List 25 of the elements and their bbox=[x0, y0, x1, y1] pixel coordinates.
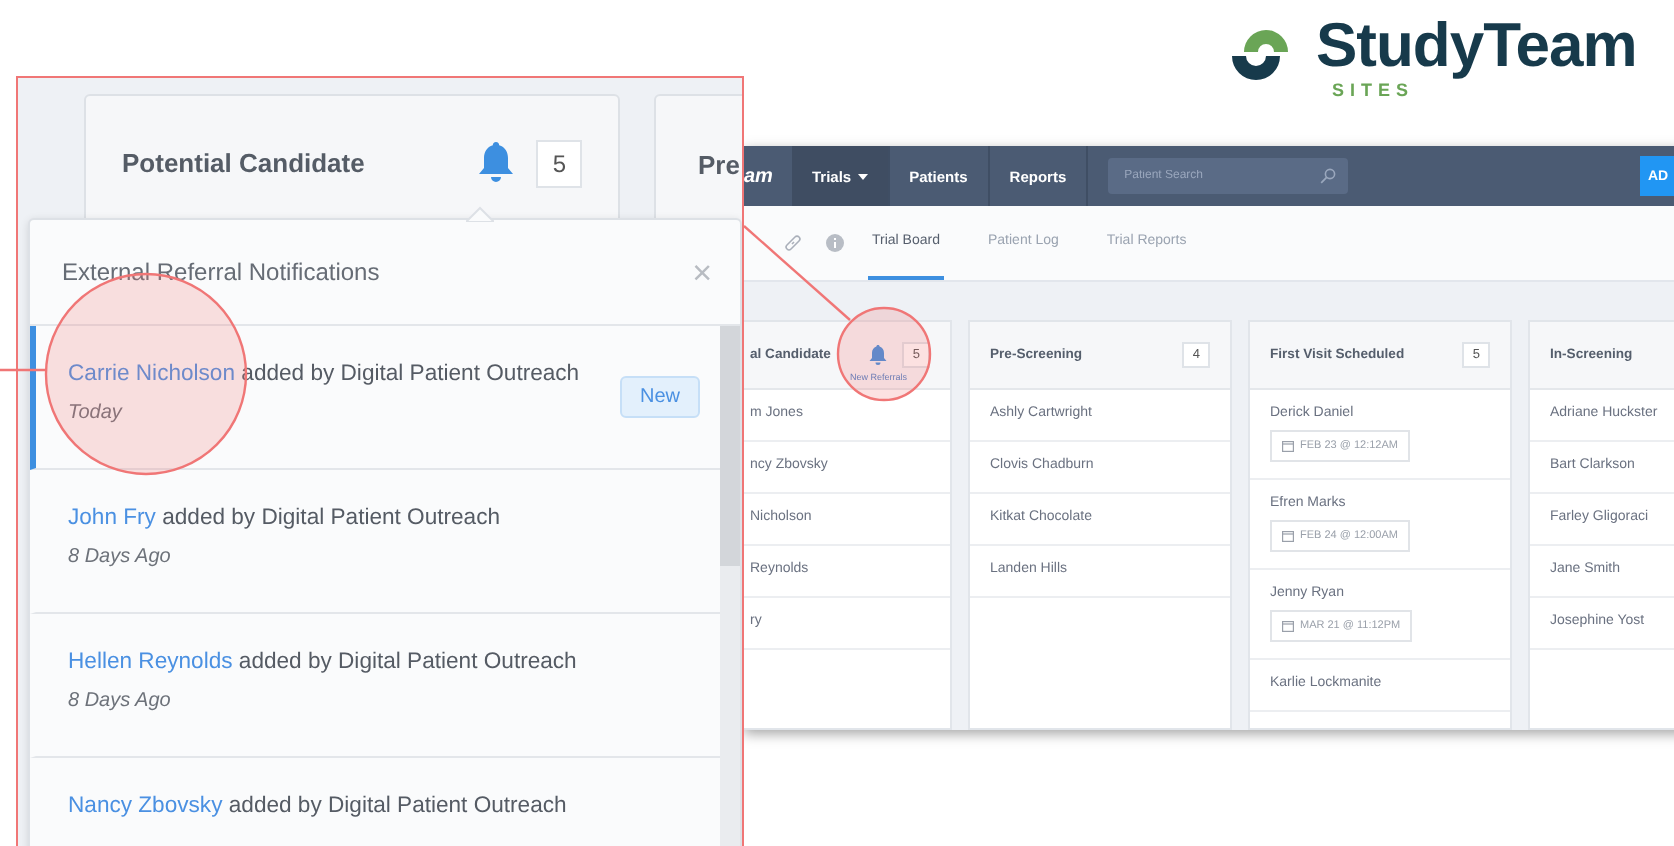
logo-subtitle: SITES bbox=[1332, 80, 1417, 100]
bell-icon[interactable] bbox=[868, 344, 889, 366]
calendar-icon bbox=[1282, 440, 1294, 452]
notification-time: 8 Days Ago bbox=[68, 690, 173, 712]
notification-time: Today bbox=[68, 402, 125, 424]
notification-text: John Fry added by Digital Patient Outreach bbox=[68, 506, 503, 530]
bell-icon[interactable] bbox=[476, 140, 517, 184]
column-count: 5 bbox=[536, 140, 582, 188]
logo-wordmark: StudyTeam bbox=[1316, 12, 1637, 80]
scrollbar[interactable] bbox=[720, 326, 740, 846]
app-brand[interactable]: am bbox=[744, 146, 792, 206]
calendar-icon bbox=[1282, 530, 1294, 542]
notification-time: 8 Days Ago bbox=[68, 546, 173, 568]
column-title: Pre bbox=[698, 150, 740, 180]
calendar-icon bbox=[1282, 620, 1294, 632]
new-badge: New bbox=[619, 376, 700, 418]
search-icon bbox=[1320, 168, 1337, 184]
highlight-circle bbox=[836, 306, 932, 402]
notification-text: Nancy Zbovsky added by Digital Patient Outreach bbox=[68, 794, 569, 818]
caret-icon bbox=[857, 173, 868, 179]
column-title: Potential Candidate bbox=[122, 148, 367, 178]
info-icon[interactable] bbox=[826, 234, 844, 252]
popup-title: External Referral Notifications bbox=[62, 258, 380, 286]
link-icon[interactable] bbox=[784, 234, 802, 252]
notification-text: Hellen Reynolds added by Digital Patient Outreach bbox=[68, 650, 579, 674]
